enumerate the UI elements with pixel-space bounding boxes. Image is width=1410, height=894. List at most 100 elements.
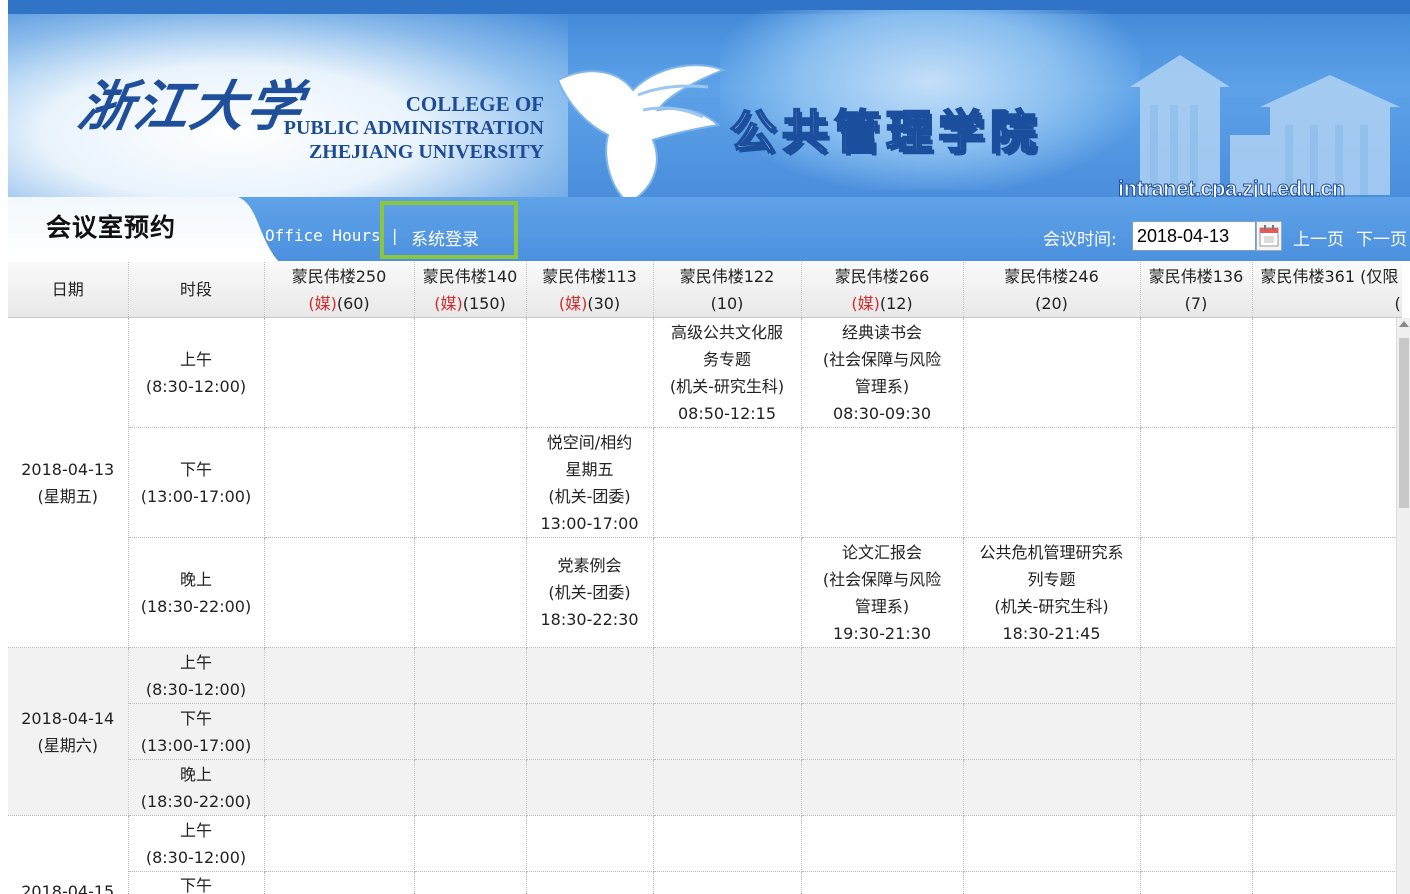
room-header[interactable]: 蒙民伟楼361 (仅限 (12 <box>1252 262 1402 318</box>
slot-cell[interactable] <box>1140 537 1253 648</box>
slot-cell[interactable] <box>653 647 802 704</box>
college-chinese-title: 公共管理学院 <box>729 104 1042 160</box>
slot-cell[interactable] <box>1140 815 1253 872</box>
slot-cell[interactable] <box>653 815 802 872</box>
period-cell: 晚上 (18:30-22:00) <box>128 537 265 648</box>
slot-cell[interactable] <box>963 815 1141 872</box>
slot-cell[interactable] <box>1140 703 1253 760</box>
vertical-scrollbar[interactable] <box>1396 318 1410 894</box>
logo-en-line: COLLEGE OF <box>405 92 544 116</box>
scroll-up-arrow-icon[interactable] <box>1399 321 1409 327</box>
next-page-link[interactable]: 下一页 <box>1356 225 1407 250</box>
slot-cell[interactable] <box>526 871 654 894</box>
event-time: 08:30-09:30 <box>833 403 931 423</box>
slot-cell[interactable] <box>963 871 1141 894</box>
slot-cell[interactable] <box>1140 317 1253 428</box>
slot-cell[interactable] <box>1252 647 1402 704</box>
booked-slot[interactable]: 论文汇报会 (社会保障与风险 管理系) 19:30-21:30 <box>801 537 964 648</box>
period-cell: 下午 (13:00-17:00) <box>128 427 265 538</box>
slot-cell[interactable] <box>1252 317 1402 428</box>
slot-cell[interactable] <box>264 647 415 704</box>
slot-cell[interactable] <box>1140 647 1253 704</box>
slot-cell[interactable] <box>801 427 964 538</box>
room-header[interactable]: 蒙民伟楼140 (媒)(150) <box>414 262 527 318</box>
slot-cell[interactable] <box>414 427 527 538</box>
slot-cell[interactable] <box>414 537 527 648</box>
slot-cell[interactable] <box>963 317 1141 428</box>
slot-cell[interactable] <box>1252 703 1402 760</box>
slot-cell[interactable] <box>1140 759 1253 816</box>
slot-cell[interactable] <box>526 703 654 760</box>
slot-cell[interactable] <box>1140 871 1253 894</box>
slot-cell[interactable] <box>653 427 802 538</box>
slot-cell[interactable] <box>1140 427 1253 538</box>
room-header[interactable]: 蒙民伟楼266 (媒)(12) <box>801 262 964 318</box>
table-row: 下午 (13:00-17:00) 悦空间/相约 星期五 (机关-团委) 13:00-17… <box>8 427 1402 538</box>
slot-cell[interactable] <box>414 759 527 816</box>
slot-cell[interactable] <box>1252 759 1402 816</box>
slot-cell[interactable] <box>264 427 415 538</box>
slot-cell[interactable] <box>526 759 654 816</box>
slot-cell[interactable] <box>414 871 527 894</box>
slot-cell[interactable] <box>801 703 964 760</box>
slot-cell[interactable] <box>414 815 527 872</box>
slot-cell[interactable] <box>653 703 802 760</box>
booked-slot[interactable]: 经典读书会 (社会保障与风险 管理系) 08:30-09:30 <box>801 317 964 428</box>
room-header[interactable]: 蒙民伟楼113 (媒)(30) <box>526 262 654 318</box>
event-dept: (社会保障与风险 <box>822 349 942 369</box>
slot-cell[interactable] <box>963 759 1141 816</box>
room-header[interactable]: 蒙民伟楼122 (10) <box>653 262 802 318</box>
slot-cell[interactable] <box>414 317 527 428</box>
event-title: 高级公共文化服 <box>670 322 783 342</box>
slot-cell[interactable] <box>526 317 654 428</box>
slot-cell[interactable] <box>1252 815 1402 872</box>
slot-cell[interactable] <box>963 647 1141 704</box>
meeting-date-input[interactable] <box>1132 221 1256 251</box>
event-title: 悦空间/相约 <box>546 432 633 452</box>
booking-table: 日期 时段 蒙民伟楼250 (媒)(60) 蒙民伟楼140 (媒)(150) 蒙民伟… <box>8 262 1402 894</box>
slot-cell[interactable] <box>653 871 802 894</box>
slot-cell[interactable] <box>1252 427 1402 538</box>
slot-cell[interactable] <box>963 427 1141 538</box>
booked-slot[interactable]: 公共危机管理研究系 列专题 (机关-研究生科) 18:30-21:45 <box>963 537 1141 648</box>
period-name: 上午 <box>179 349 212 369</box>
slot-cell[interactable] <box>801 815 964 872</box>
slot-cell[interactable] <box>653 759 802 816</box>
slot-cell[interactable] <box>526 647 654 704</box>
prev-page-link[interactable]: 上一页 <box>1293 225 1344 250</box>
slot-cell[interactable] <box>653 537 802 648</box>
system-login-link[interactable]: 系统登录 <box>411 225 479 250</box>
date-value: 2018-04-14 <box>21 708 115 728</box>
slot-cell[interactable] <box>801 759 964 816</box>
table-row: 下午 (13:00-17:00) <box>8 703 1402 760</box>
booked-slot[interactable]: 党素例会 (机关-团委) 18:30-22:30 <box>526 537 654 648</box>
slot-cell[interactable] <box>526 815 654 872</box>
slot-cell[interactable] <box>264 317 415 428</box>
booked-slot[interactable]: 高级公共文化服 务专题 (机关-研究生科) 08:50-12:15 <box>653 317 802 428</box>
slot-cell[interactable] <box>414 647 527 704</box>
slot-cell[interactable] <box>414 703 527 760</box>
slot-cell[interactable] <box>1252 871 1402 894</box>
calendar-picker-button[interactable] <box>1256 221 1282 251</box>
office-hours-link[interactable]: Office Hours <box>265 226 381 245</box>
booked-slot[interactable]: 悦空间/相约 星期五 (机关-团委) 13:00-17:00 <box>526 427 654 538</box>
room-capacity: (7) <box>1184 293 1208 313</box>
slot-cell[interactable] <box>264 703 415 760</box>
banner-top-bar <box>8 0 1410 14</box>
slot-cell[interactable] <box>801 871 964 894</box>
event-title: 公共危机管理研究系 <box>979 542 1124 562</box>
slot-cell[interactable] <box>1252 537 1402 648</box>
slot-cell[interactable] <box>264 815 415 872</box>
room-header[interactable]: 蒙民伟楼246 (20) <box>963 262 1141 318</box>
room-header[interactable]: 蒙民伟楼250 (媒)(60) <box>264 262 415 318</box>
header-banner: 浙江大学 COLLEGE OF PUBLIC ADMINISTRATION ZH… <box>0 0 1410 197</box>
slot-cell[interactable] <box>264 537 415 648</box>
campus-buildings-icon <box>1130 55 1400 195</box>
slot-cell[interactable] <box>801 647 964 704</box>
scrollbar-thumb[interactable] <box>1399 338 1409 508</box>
room-header[interactable]: 蒙民伟楼136 (7) <box>1140 262 1253 318</box>
slot-cell[interactable] <box>264 871 415 894</box>
slot-cell[interactable] <box>264 759 415 816</box>
table-row: 晚上 (18:30-22:00) <box>8 759 1402 816</box>
slot-cell[interactable] <box>963 703 1141 760</box>
